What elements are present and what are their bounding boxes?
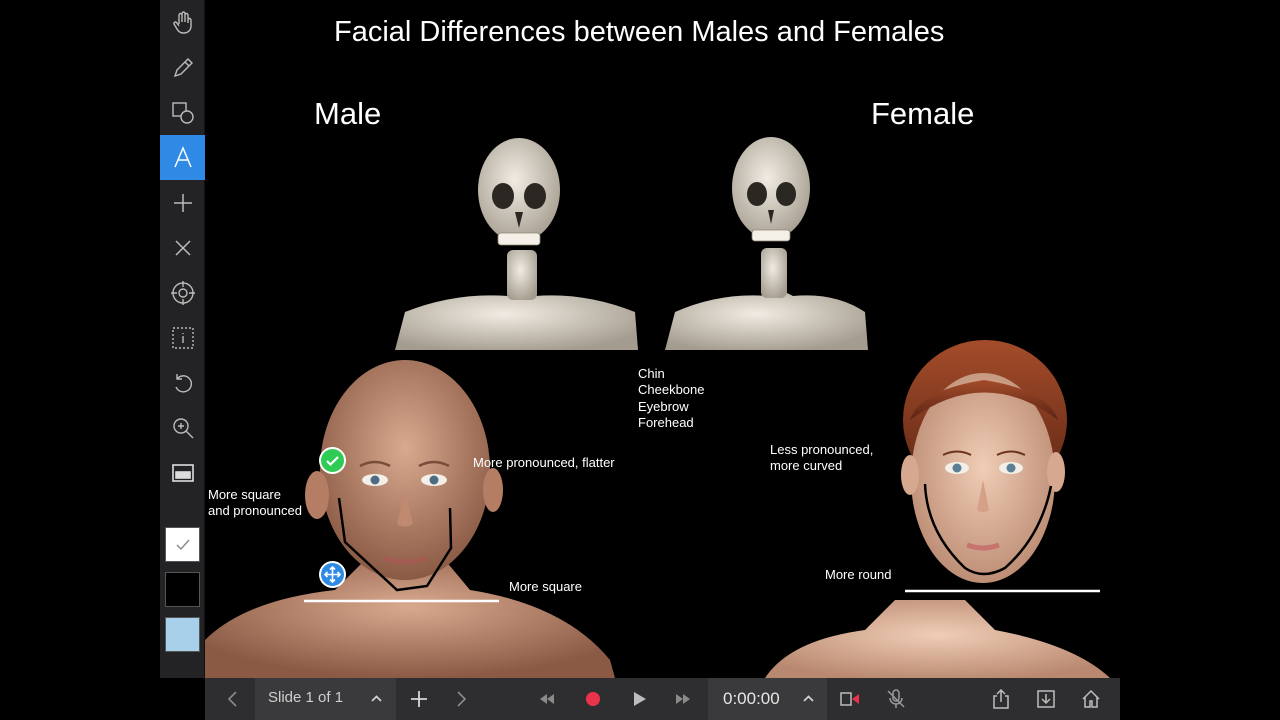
letterbox-right: [1120, 0, 1280, 720]
recording-timer: 0:00:00: [723, 689, 780, 708]
hand-tool-button[interactable]: [160, 0, 205, 45]
annotation-toolbar: [160, 0, 205, 678]
pencil-tool-button[interactable]: [160, 45, 205, 90]
female-heading: Female: [871, 96, 975, 131]
microphone-muted-icon: [887, 689, 905, 708]
male-skeleton: [395, 138, 638, 350]
text-tool-button[interactable]: [160, 135, 205, 180]
move-arrows-icon: [324, 566, 341, 583]
male-bust: [205, 360, 615, 678]
feature-chin: Chin: [638, 366, 665, 381]
female-chin-note: More round: [825, 567, 892, 582]
add-slide-button[interactable]: [401, 678, 437, 720]
add-tool-button[interactable]: [160, 180, 205, 225]
letterbox-left: [0, 0, 160, 720]
shapes-tool-button[interactable]: [160, 90, 205, 135]
rewind-icon: [540, 694, 554, 704]
timer-selector[interactable]: 0:00:00: [708, 678, 827, 720]
text-icon: [173, 145, 192, 167]
male-jaw-note: More square and pronounced: [208, 487, 302, 518]
download-icon: [1037, 690, 1055, 708]
share-button[interactable]: [983, 678, 1019, 720]
microphone-toggle-button[interactable]: [878, 678, 914, 720]
feature-cheekbone: Cheekbone: [638, 382, 705, 397]
target-icon: [170, 280, 195, 305]
slide-canvas: Facial Differences between Males and Fem…: [205, 0, 1120, 678]
checkmark-icon: [326, 456, 339, 467]
color-swatch-black[interactable]: [165, 572, 200, 607]
layout-icon: [171, 463, 194, 482]
plus-icon: [173, 193, 192, 212]
chevron-up-icon: [371, 695, 382, 702]
feature-eyebrow: Eyebrow: [638, 399, 689, 414]
share-icon: [993, 688, 1009, 709]
female-skeleton: [665, 137, 868, 350]
close-icon: [174, 239, 191, 256]
presentation-bottom-bar: Slide 1 of 1 0:00:00: [205, 678, 1120, 720]
next-slide-button[interactable]: [443, 678, 479, 720]
checkmark-icon: [176, 539, 190, 550]
slide-counter: Slide 1 of 1: [268, 689, 344, 706]
chevron-right-icon: [457, 691, 467, 707]
male-chin-note: More square: [509, 579, 582, 594]
info-box-icon: [171, 326, 194, 349]
female-cheekbone-note: Less pronounced, more curved: [770, 442, 874, 473]
prev-slide-button[interactable]: [215, 678, 251, 720]
home-button[interactable]: [1073, 678, 1109, 720]
home-icon: [1082, 689, 1100, 708]
color-swatch-light-blue[interactable]: [165, 617, 200, 652]
hand-icon: [172, 10, 192, 34]
chevron-up-icon: [803, 695, 814, 702]
pencil-icon: [173, 57, 193, 77]
rewind-button[interactable]: [530, 678, 564, 720]
zoom-icon: [172, 417, 193, 438]
male-cheekbone-note: More pronounced, flatter: [473, 455, 615, 470]
plus-icon: [411, 691, 427, 707]
zoom-tool-button[interactable]: [160, 405, 205, 450]
info-box-tool-button[interactable]: [160, 315, 205, 360]
slide-selector[interactable]: Slide 1 of 1: [255, 678, 396, 720]
target-tool-button[interactable]: [160, 270, 205, 315]
camera-toggle-button[interactable]: [832, 678, 868, 720]
play-icon: [634, 692, 646, 706]
undo-icon: [174, 373, 192, 393]
play-button[interactable]: [622, 678, 656, 720]
move-badge[interactable]: [319, 561, 346, 588]
check-badge[interactable]: [319, 447, 346, 474]
save-button[interactable]: [1028, 678, 1064, 720]
layout-tool-button[interactable]: [160, 450, 205, 495]
slide-title: Facial Differences between Males and Fem…: [334, 16, 945, 48]
record-icon: [586, 692, 600, 706]
delete-tool-button[interactable]: [160, 225, 205, 270]
fast-forward-icon: [676, 694, 690, 704]
chevron-left-icon: [227, 691, 237, 707]
color-swatch-white[interactable]: [165, 527, 200, 562]
shapes-icon: [171, 101, 194, 124]
undo-tool-button[interactable]: [160, 360, 205, 405]
male-heading: Male: [314, 96, 382, 131]
fast-forward-button[interactable]: [666, 678, 700, 720]
feature-forehead: Forehead: [638, 415, 694, 430]
record-button[interactable]: [576, 678, 610, 720]
camera-record-icon: [840, 692, 859, 706]
female-bust: [765, 340, 1110, 678]
